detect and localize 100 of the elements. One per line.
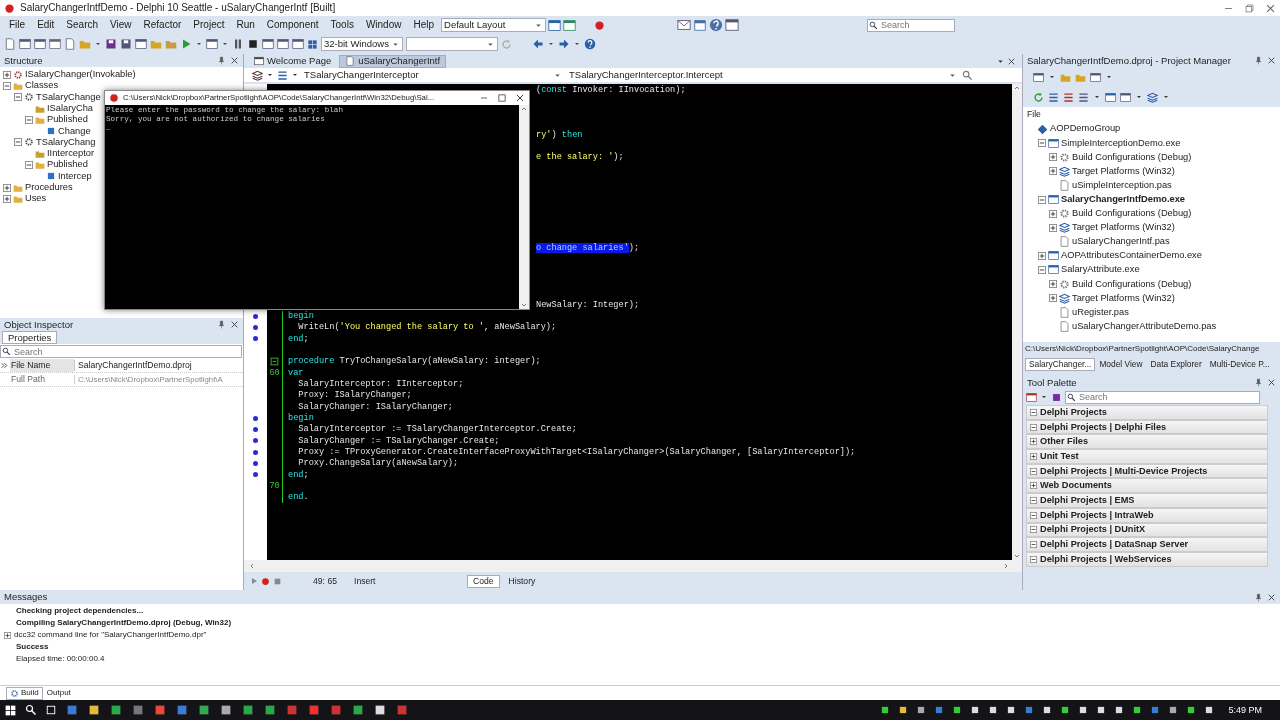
tray-icon[interactable] (1060, 705, 1071, 715)
scroll-right-icon[interactable] (1002, 562, 1010, 570)
tray-icon[interactable] (1132, 705, 1143, 715)
expand-icon[interactable] (1049, 153, 1057, 162)
caret-icon[interactable] (94, 40, 102, 48)
method-dropdown[interactable]: TSalaryChangerInterceptor.Intercept (567, 68, 959, 82)
expand-icon[interactable] (1049, 294, 1057, 303)
palette-category[interactable]: Delphi Projects (1026, 405, 1268, 420)
collapse-icon[interactable] (1030, 467, 1037, 475)
collapse-icon[interactable] (1030, 555, 1037, 563)
pin-icon[interactable] (1254, 378, 1263, 387)
stack-icon[interactable] (252, 69, 263, 81)
panel-tab[interactable]: SalaryChanger... (1025, 358, 1096, 371)
tray-icon[interactable] (880, 705, 891, 715)
pin-icon[interactable] (1254, 592, 1263, 602)
window-icon[interactable] (1090, 71, 1101, 83)
close-icon[interactable] (1267, 592, 1276, 602)
taskbar-app-icon[interactable] (241, 703, 255, 717)
palette-category[interactable]: Web Documents (1026, 478, 1268, 494)
palette-category[interactable]: Delphi Projects | DataSnap Server (1026, 537, 1268, 552)
menu-item[interactable]: Search (61, 19, 104, 31)
window-icon[interactable] (277, 38, 289, 50)
menu-item[interactable]: Refactor (138, 19, 187, 31)
list-icon[interactable] (277, 69, 288, 81)
caret-icon[interactable] (291, 71, 299, 79)
close-icon[interactable] (515, 93, 525, 103)
collapse-icon[interactable] (1030, 408, 1037, 416)
collapse-icon[interactable] (14, 93, 22, 102)
file-tab[interactable]: Welcome Page (248, 54, 338, 68)
tree-item[interactable]: uRegister.pas (1072, 306, 1129, 318)
tray-icon[interactable] (1042, 705, 1053, 715)
task-view-icon[interactable] (45, 704, 57, 716)
expand-icon[interactable] (1030, 452, 1037, 460)
window-icon[interactable] (1120, 91, 1131, 103)
window-icon[interactable] (206, 38, 218, 50)
menu-item[interactable]: View (105, 19, 137, 31)
window-icon[interactable] (292, 38, 304, 50)
expand-icon[interactable] (1030, 482, 1037, 490)
tree-item[interactable]: ISalaryChanger(Invokable) (25, 69, 136, 81)
collapse-icon[interactable] (1038, 195, 1046, 204)
caret-icon[interactable] (1048, 73, 1056, 81)
tree-item[interactable]: AOPAttributesContainerDemo.exe (1061, 250, 1202, 262)
mail-icon[interactable] (677, 18, 692, 32)
close-icon[interactable] (230, 56, 239, 65)
file-tab[interactable]: uSalaryChangerIntf (339, 54, 447, 68)
bottom-tab[interactable]: Build (6, 686, 43, 700)
expand-icon[interactable] (1049, 209, 1057, 218)
tray-icon[interactable] (1006, 705, 1017, 715)
taskbar-app-icon[interactable] (351, 703, 365, 717)
help-icon[interactable] (709, 18, 724, 32)
scroll-down-icon[interactable] (520, 301, 528, 309)
scroll-left-icon[interactable] (248, 562, 256, 570)
tray-icon[interactable] (1168, 705, 1179, 715)
clock[interactable]: 5:49 PM (1228, 704, 1262, 716)
tray-icon[interactable] (988, 705, 999, 715)
caret-icon[interactable] (195, 40, 203, 48)
close-icon[interactable] (1265, 2, 1276, 14)
tree-item[interactable]: Build Configurations (Debug) (1072, 151, 1192, 163)
close-icon[interactable] (1007, 56, 1016, 66)
tray-icon[interactable] (970, 705, 981, 715)
class-dropdown[interactable]: TSalaryChangerInterceptor (302, 68, 564, 82)
scroll-up-icon[interactable] (520, 105, 528, 113)
collapse-icon[interactable] (1038, 266, 1046, 274)
menu-item[interactable]: File (4, 19, 31, 31)
run-icon[interactable] (250, 577, 258, 585)
tray-icon[interactable] (1186, 705, 1197, 715)
scroll-down-icon[interactable] (1013, 552, 1021, 560)
caret-icon[interactable] (221, 40, 229, 48)
taskbar-app-icon[interactable] (373, 703, 387, 717)
tree-item[interactable]: SalaryAttribute.exe (1061, 264, 1140, 276)
window-icon[interactable] (49, 38, 61, 50)
search-field[interactable]: Search (1065, 390, 1260, 404)
view-tab[interactable]: History (502, 574, 542, 588)
back-icon[interactable] (532, 38, 544, 50)
taskbar-app-icon[interactable] (197, 703, 211, 717)
tray-icon[interactable] (1078, 705, 1089, 715)
window-icon[interactable] (19, 38, 31, 50)
tree-item[interactable]: Uses (25, 193, 47, 205)
tray-icon[interactable] (952, 705, 963, 715)
tree-item[interactable]: Build Configurations (Debug) (1072, 208, 1192, 220)
caret-icon[interactable] (547, 40, 555, 48)
expand-icon[interactable] (1030, 438, 1037, 446)
tree-item[interactable]: Build Configurations (Debug) (1072, 278, 1192, 290)
save-icon[interactable] (120, 38, 132, 50)
tree-item[interactable]: Classes (25, 80, 59, 92)
expand-icon[interactable] (1049, 167, 1057, 176)
caret-icon[interactable] (266, 71, 274, 79)
expand-icon[interactable] (1049, 223, 1057, 232)
taskbar-app-icon[interactable] (109, 703, 123, 717)
properties-tab[interactable]: Properties (2, 331, 58, 344)
tree-item[interactable]: SimpleInterceptionDemo.exe (1061, 137, 1181, 149)
caret-icon[interactable] (1162, 93, 1170, 101)
pin-icon[interactable] (217, 56, 226, 65)
tree-item[interactable]: Change (58, 125, 91, 137)
tree-item[interactable]: TSalaryChange (36, 91, 101, 103)
forward-icon[interactable] (558, 38, 570, 50)
tree-item[interactable]: uSimpleInterception.pas (1072, 179, 1172, 191)
tree-item[interactable]: Intercep (58, 170, 92, 182)
horizontal-scrollbar[interactable] (244, 560, 1022, 572)
vertical-scrollbar[interactable] (519, 105, 529, 309)
